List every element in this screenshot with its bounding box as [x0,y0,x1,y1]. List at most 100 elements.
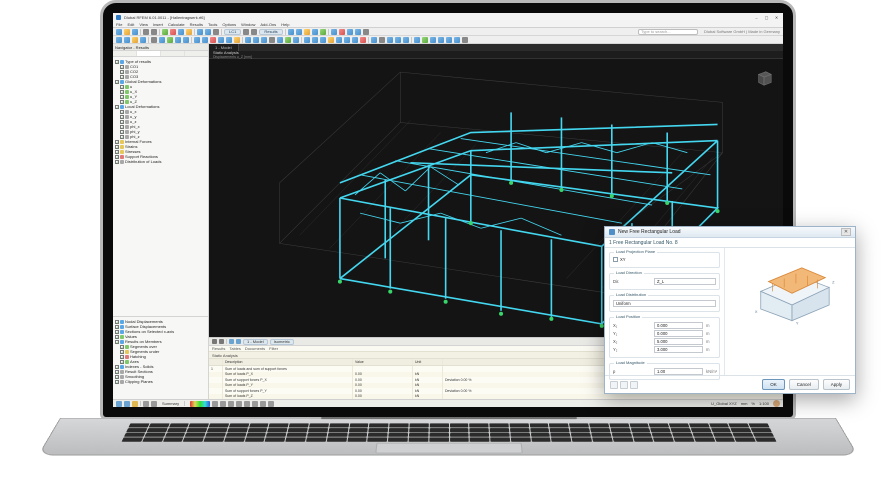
sb-palette-icon[interactable] [190,401,210,407]
tb-icon[interactable] [438,37,444,43]
tb-mode-pill[interactable]: Results [259,29,282,35]
tb-icon[interactable] [320,37,326,43]
y2-input[interactable]: 3.000 [654,346,703,353]
tb-icon[interactable] [116,37,122,43]
menu-tools[interactable]: Tools [208,22,217,27]
tb-icon[interactable] [261,37,267,43]
dp-tab-results[interactable]: Results [212,346,225,351]
sb-icon[interactable] [151,401,157,407]
tb-icon[interactable] [197,29,203,35]
tb-icon[interactable] [205,29,211,35]
tb-save-icon[interactable] [132,29,138,35]
menu-insert[interactable]: Insert [153,22,163,27]
tb-icon[interactable] [175,37,181,43]
menu-options[interactable]: Options [222,22,236,27]
tb-icon[interactable] [219,339,224,344]
user-avatar-icon[interactable] [773,400,780,407]
tb-icon[interactable] [355,29,361,35]
result-tree[interactable]: Type of resultsCO1CO2CO3Global Deformati… [113,57,208,316]
menu-edit[interactable]: Edit [127,22,134,27]
tb-icon[interactable] [430,37,436,43]
dialog-titlebar[interactable]: New Free Rectangular Load ✕ [605,227,855,238]
vp-tab2[interactable]: 1 - Model [243,339,268,345]
tb-icon[interactable] [170,29,176,35]
apply-button[interactable]: Apply [823,379,850,390]
menu-bar[interactable]: File Edit View Insert Calculate Results … [113,21,783,28]
tb-icon[interactable] [178,29,184,35]
tree-item[interactable]: Clipping Planes [115,379,206,384]
sb-icon[interactable] [228,401,234,407]
tb-icon[interactable] [339,29,345,35]
tb-icon[interactable] [347,29,353,35]
menu-results[interactable]: Results [190,22,203,27]
tb-icon[interactable] [285,37,291,43]
dlg-tool-icon[interactable] [620,381,628,389]
tb-icon[interactable] [151,37,157,43]
tb-icon[interactable] [202,37,208,43]
tree-item[interactable]: Distribution of Loads [115,159,206,164]
tb-icon[interactable] [293,37,299,43]
tb-icon[interactable] [226,37,232,43]
tb-icon[interactable] [288,29,294,35]
tb-icon[interactable] [331,29,337,35]
tb-icon[interactable] [363,29,369,35]
max-button[interactable]: ▢ [763,14,770,20]
radio-xy[interactable] [613,257,618,262]
tb-redo-icon[interactable] [151,29,157,35]
menu-file[interactable]: File [116,22,122,27]
sb-icon[interactable] [268,401,274,407]
tb-icon[interactable] [328,37,334,43]
tb-icon[interactable] [403,37,409,43]
sb-icon[interactable] [260,401,266,407]
tb-new-icon[interactable] [116,29,122,35]
tb-undo-icon[interactable] [143,29,149,35]
dlg-tool-icon[interactable] [610,381,618,389]
tb-icon[interactable] [124,37,130,43]
tb-icon[interactable] [414,37,420,43]
tb-icon[interactable] [360,37,366,43]
orientation-cube[interactable] [751,65,777,91]
tb-icon[interactable] [462,37,468,43]
tb-icon[interactable] [245,37,251,43]
menu-window[interactable]: Window [241,22,255,27]
tb-icon[interactable] [194,37,200,43]
tb-icon[interactable] [312,29,318,35]
tb-open-icon[interactable] [124,29,130,35]
sb-icon[interactable] [143,401,149,407]
toolbar-row-1[interactable]: LC1 Results Type to search... Dlubal Sof… [113,28,783,36]
tb-icon[interactable] [183,37,189,43]
dialog-tab[interactable]: 1 Free Rectangular Load No. 8 [605,238,855,248]
close-button[interactable]: ✕ [773,14,780,20]
display-tree[interactable]: Nodal DisplacementsSurface Displacements… [113,317,208,399]
search-input[interactable]: Type to search... [638,29,698,35]
ok-button[interactable]: OK [762,379,785,390]
tb-icon[interactable] [312,37,318,43]
sb-icon[interactable] [244,401,250,407]
tb-icon[interactable] [140,37,146,43]
tb-icon[interactable] [296,29,302,35]
sb-icon[interactable] [124,401,130,407]
tb-icon[interactable] [212,339,217,344]
dir-input[interactable]: Z_L [654,278,716,285]
menu-addons[interactable]: Add-Ons [260,22,276,27]
sb-icon[interactable] [252,401,258,407]
tb-calc-icon[interactable] [162,29,168,35]
toolbar-row-2[interactable] [113,36,783,44]
dialog-close-icon[interactable]: ✕ [841,228,851,236]
dp-tab-filter[interactable]: Filter [269,346,278,351]
menu-view[interactable]: View [139,22,148,27]
tb-icon[interactable] [387,37,393,43]
tb-next-icon[interactable] [251,29,257,35]
sb-icon[interactable] [132,401,138,407]
tb-lc-pill[interactable]: LC1 [224,29,241,35]
tb-icon[interactable] [352,37,358,43]
sb-icon[interactable] [236,401,242,407]
tb-icon[interactable] [159,37,165,43]
tb-icon[interactable] [395,37,401,43]
min-button[interactable]: – [753,14,760,20]
tb-icon[interactable] [186,29,192,35]
x2-input[interactable]: 5.000 [654,338,703,345]
sb-icon[interactable] [220,401,226,407]
tb-icon[interactable] [336,37,342,43]
dlg-tool-icon[interactable] [630,381,638,389]
